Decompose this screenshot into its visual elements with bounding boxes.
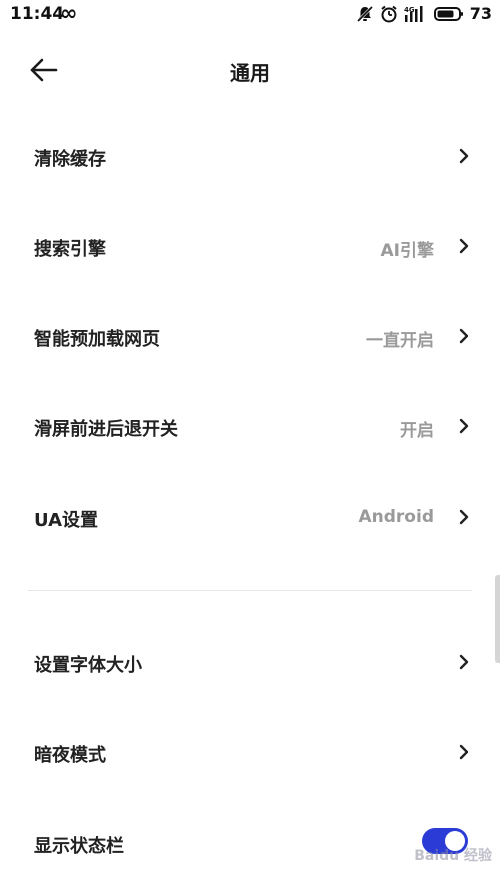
setting-label: 搜索引擎 (34, 239, 106, 260)
chevron-right-icon (459, 418, 469, 434)
setting-smart-preload[interactable]: 智能预加载网页 一直开启 (0, 307, 500, 367)
setting-label: 显示状态栏 (34, 836, 124, 857)
status-bar: 11:44 ∞ 4G 73 (0, 0, 500, 30)
battery-icon (433, 6, 463, 21)
setting-label: 滑屏前进后退开关 (34, 419, 178, 440)
status-icons: 4G 73 (356, 4, 492, 23)
chevron-right-icon (459, 238, 469, 254)
chevron-right-icon (459, 509, 469, 525)
alarm-clock-icon (381, 5, 397, 22)
signal-type-label: 4G (404, 6, 415, 14)
section-divider (28, 590, 472, 591)
setting-font-size[interactable]: 设置字体大小 (0, 633, 500, 693)
setting-value: 开启 (400, 421, 434, 441)
setting-clear-cache[interactable]: 清除缓存 (0, 127, 500, 187)
setting-value: AI引擎 (380, 241, 434, 261)
setting-ua[interactable]: UA设置 Android (0, 488, 500, 548)
setting-label: 暗夜模式 (34, 745, 106, 766)
setting-label: 智能预加载网页 (34, 329, 160, 350)
setting-value: 一直开启 (366, 331, 434, 351)
setting-label: 清除缓存 (34, 149, 106, 170)
setting-dark-mode[interactable]: 暗夜模式 (0, 723, 500, 783)
setting-swipe-navigation[interactable]: 滑屏前进后退开关 开启 (0, 397, 500, 457)
chevron-right-icon (459, 328, 469, 344)
watermark-logo: Baidu 经验 (414, 848, 492, 864)
setting-search-engine[interactable]: 搜索引擎 AI引擎 (0, 217, 500, 277)
setting-value: Android (358, 507, 435, 527)
setting-label: 设置字体大小 (34, 655, 142, 676)
chevron-right-icon (459, 744, 469, 760)
muted-bell-icon (356, 5, 373, 22)
infinity-icon: ∞ (60, 1, 78, 25)
chevron-right-icon (459, 148, 469, 164)
signal-icon: 4G (404, 5, 423, 22)
status-time: 11:44 (10, 4, 65, 24)
setting-label: UA设置 (34, 510, 98, 531)
header: 通用 (0, 42, 500, 98)
chevron-right-icon (459, 654, 469, 670)
setting-show-statusbar: 显示状态栏 (0, 814, 500, 874)
battery-percent: 73 (469, 4, 492, 23)
page-title: 通用 (230, 61, 270, 85)
scrollbar[interactable] (495, 575, 500, 663)
